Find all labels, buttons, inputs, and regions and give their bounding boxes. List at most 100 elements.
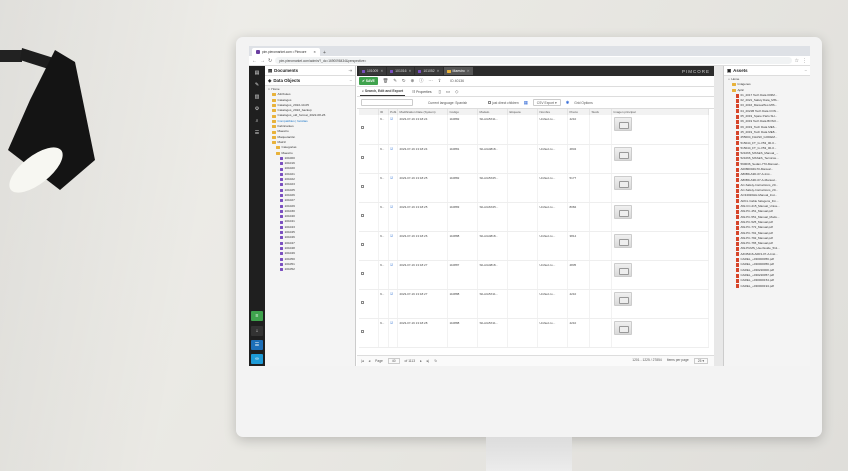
gear-icon[interactable]: ⚙ <box>255 106 259 112</box>
page-input[interactable]: 40 <box>387 358 400 364</box>
published-check-icon[interactable]: ☑ <box>390 205 393 209</box>
file-icon[interactable]: ▤ <box>255 70 260 76</box>
row-select-cell[interactable] <box>359 231 379 261</box>
row-select-cell[interactable] <box>359 289 379 319</box>
row-checkbox[interactable] <box>360 155 364 159</box>
forward-icon[interactable]: → <box>260 58 265 64</box>
collapse-icon[interactable]: − <box>349 78 352 83</box>
save-button[interactable]: ✔ SAVE <box>359 77 378 85</box>
editor-tab[interactable]: 101016 ✕ <box>387 67 415 75</box>
row-select-cell[interactable] <box>359 202 379 232</box>
tree-item[interactable]: 101052 <box>268 267 355 272</box>
bookmark-icon[interactable]: ▯ <box>439 89 441 95</box>
url-field[interactable]: pim.pieromarket.com/admin/?_dc=169009843… <box>275 57 792 64</box>
edit-icon[interactable]: ✎ <box>393 78 397 84</box>
tab-properties[interactable]: ☷ Properties <box>410 88 433 96</box>
product-thumbnail[interactable] <box>613 146 632 161</box>
table-row[interactable]: 9... ☑ 2023-07-19 13:18:24 110882 SILAIA5X11… <box>359 115 709 145</box>
csv-export-button[interactable]: CSV Export ▾ <box>532 99 561 106</box>
product-thumbnail[interactable] <box>613 117 632 131</box>
close-icon[interactable]: ✕ <box>313 50 316 54</box>
published-check-icon[interactable]: ☑ <box>390 263 393 267</box>
table-row[interactable]: 9... ☑ 2023-07-19 13:18:26 110888 SILAIA4818… <box>359 231 709 261</box>
items-per-page-select[interactable]: 25 ▾ <box>693 358 708 364</box>
assets-header[interactable]: ▣ Assets − <box>724 66 810 76</box>
row-checkbox[interactable] <box>360 126 364 129</box>
product-thumbnail[interactable] <box>613 204 632 219</box>
row-checkbox[interactable] <box>360 184 364 188</box>
panel-splitter[interactable] <box>714 66 723 366</box>
close-icon[interactable]: ✕ <box>380 69 383 73</box>
table-row[interactable]: 9... ☑ 2023-07-19 13:18:25 110882 SILAIA5X25… <box>359 173 709 203</box>
row-select-cell[interactable] <box>359 318 379 348</box>
data-objects-header[interactable]: ◈ Data Objects − <box>265 76 355 86</box>
next-page-icon[interactable]: ▸ <box>420 359 422 363</box>
row-select-cell[interactable] <box>359 260 379 290</box>
row-select-cell[interactable] <box>359 173 379 203</box>
documents-header[interactable]: ▤ Documents ⇥ <box>265 66 355 76</box>
table-row[interactable]: 9... ☑ 2023-07-19 13:18:27 110887 SILAIA4818… <box>359 260 709 290</box>
grid-config-icon[interactable]: ▦ <box>524 100 528 106</box>
row-checkbox[interactable] <box>360 329 364 333</box>
clipboard-icon[interactable]: ▭ <box>446 89 450 95</box>
notification-button[interactable]: ≡ <box>251 311 263 321</box>
editor-tab[interactable]: 101052 ✕ <box>415 67 443 75</box>
refresh-icon[interactable]: ↻ <box>434 359 437 363</box>
row-checkbox[interactable] <box>360 213 364 217</box>
grid-options-button[interactable]: Grid Options <box>574 101 593 105</box>
product-thumbnail[interactable] <box>613 175 632 190</box>
target-icon[interactable]: ⊕ <box>410 78 414 84</box>
reload-icon[interactable]: ↻ <box>268 58 272 64</box>
editor-tab[interactable]: Maestro ✕ <box>443 67 473 75</box>
settings-icon[interactable]: ✱ <box>566 100 570 106</box>
row-checkbox[interactable] <box>360 300 364 304</box>
new-tab-button[interactable]: + <box>323 50 326 56</box>
direct-children-toggle[interactable]: just direct children <box>488 101 519 105</box>
menu-icon[interactable]: ⋮ <box>802 58 807 64</box>
published-check-icon[interactable]: ☑ <box>390 117 393 121</box>
product-thumbnail[interactable] <box>613 320 632 335</box>
collapse-icon[interactable]: − <box>804 68 807 73</box>
tag-icon[interactable]: ◇ <box>455 89 458 95</box>
row-select-cell[interactable] <box>359 144 379 174</box>
info-icon[interactable]: ⓘ <box>419 78 423 84</box>
back-icon[interactable]: ← <box>252 58 257 64</box>
table-row[interactable]: 9... ☑ 2023-07-19 13:18:28 110888 SILAIA5X11… <box>359 318 709 348</box>
asset-item[interactable]: CAREL_+030000194.pdf <box>728 284 810 289</box>
row-select-cell[interactable] <box>359 115 379 145</box>
row-checkbox[interactable] <box>360 271 364 275</box>
prev-page-icon[interactable]: ◂ <box>369 359 371 363</box>
checkbox[interactable] <box>488 101 492 105</box>
star-icon[interactable]: ☆ <box>795 58 799 64</box>
table-row[interactable]: 9... ☑ 2023-07-19 13:18:27 110888 SILAIA5X11… <box>359 289 709 319</box>
browser-tab[interactable]: pim.pieromarket.com • Pimcore ✕ <box>252 48 320 56</box>
grid-search-input[interactable] <box>361 99 413 106</box>
first-page-icon[interactable]: |◂ <box>361 359 364 363</box>
published-check-icon[interactable]: ☑ <box>390 321 393 325</box>
published-check-icon[interactable]: ☑ <box>390 234 393 238</box>
editor-tab[interactable]: 101009 ✕ <box>359 67 387 75</box>
tab-search-edit-export[interactable]: ⌕ Search, Edit and Export <box>360 87 406 96</box>
last-page-icon[interactable]: ▸| <box>427 359 430 363</box>
published-check-icon[interactable]: ☑ <box>390 292 393 296</box>
expand-icon[interactable]: ⇥ <box>348 68 352 74</box>
search-icon[interactable]: ⌕ <box>256 118 259 124</box>
published-check-icon[interactable]: ☑ <box>390 147 393 151</box>
server-icon[interactable]: ☰ <box>255 130 259 136</box>
queue-button[interactable]: ☰ <box>251 340 263 350</box>
trash-icon[interactable]: 🗑 <box>383 78 388 84</box>
more-icon[interactable]: ⋯ <box>428 78 432 84</box>
row-checkbox[interactable] <box>360 242 364 246</box>
reload-icon[interactable]: ↻ <box>402 78 406 84</box>
product-thumbnail[interactable] <box>613 291 632 306</box>
download-button[interactable]: ↓ <box>251 326 263 336</box>
table-row[interactable]: 9... ☑ 2023-07-19 13:18:25 110883 SILAIA6X25… <box>359 202 709 232</box>
chart-icon[interactable]: ▥ <box>255 94 260 100</box>
product-thumbnail[interactable] <box>613 262 632 277</box>
share-icon[interactable]: ⇪ <box>438 78 442 84</box>
table-row[interactable]: 9... ☑ 2023-07-19 13:18:24 110881 SILAIA4818… <box>359 144 709 174</box>
product-thumbnail[interactable] <box>613 233 632 248</box>
close-icon[interactable]: ✕ <box>437 69 440 73</box>
close-icon[interactable]: ✕ <box>467 69 470 73</box>
published-check-icon[interactable]: ☑ <box>390 176 393 180</box>
